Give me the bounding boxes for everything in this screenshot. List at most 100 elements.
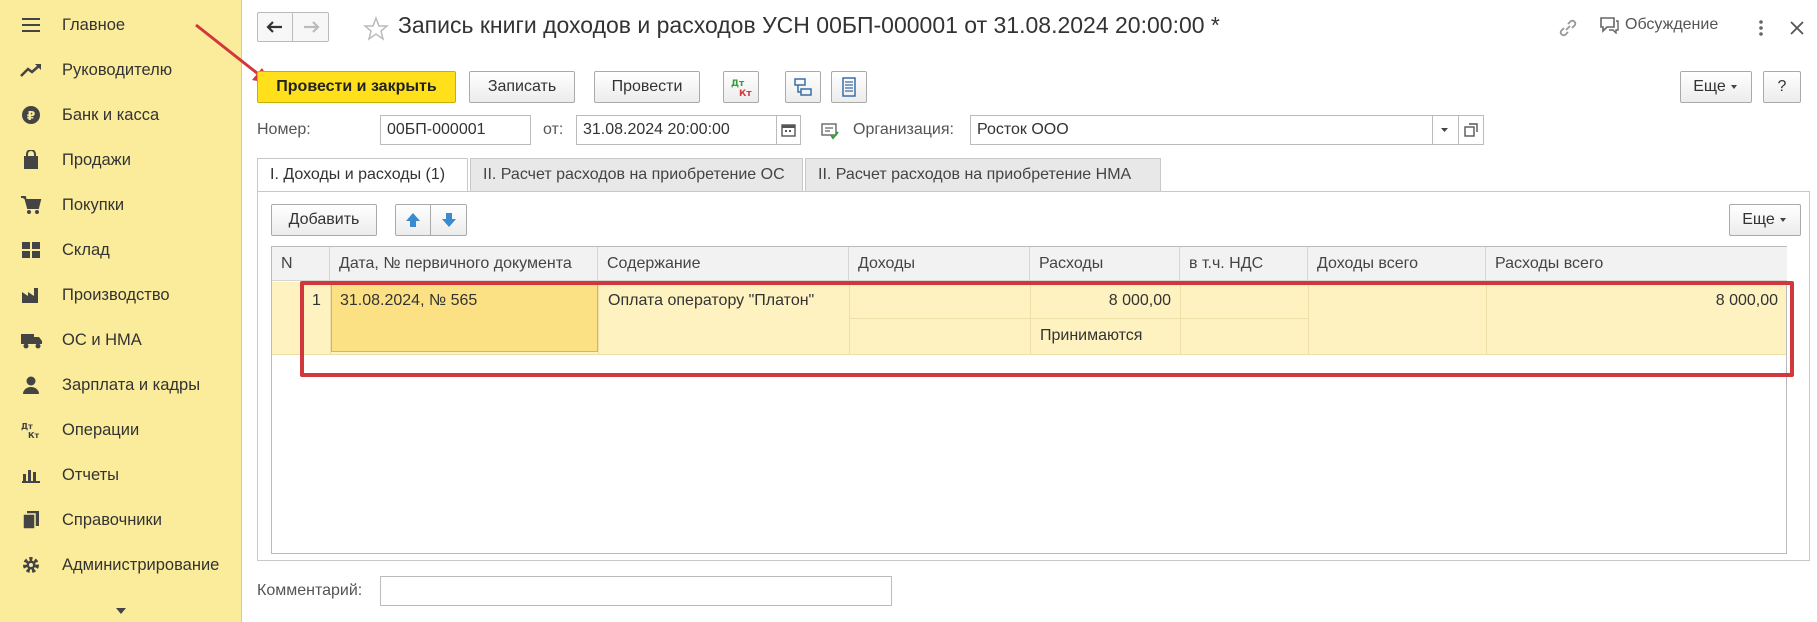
organization-open-button[interactable] — [1458, 115, 1484, 145]
sidebar-item-production[interactable]: Производство — [0, 276, 242, 314]
trend-icon — [20, 60, 42, 80]
dt-kt-icon: ДтКт — [731, 79, 752, 98]
organization-label: Организация: — [853, 121, 954, 138]
sidebar-item-salary[interactable]: Зарплата и кадры — [0, 366, 242, 404]
truck-icon — [20, 330, 42, 350]
factory-icon — [20, 285, 42, 305]
sidebar-item-purchases[interactable]: Покупки — [0, 186, 242, 224]
open-form-icon — [1464, 123, 1478, 137]
move-up-button[interactable] — [395, 204, 431, 236]
cart-icon — [20, 195, 42, 215]
date-field[interactable]: 31.08.2024 20:00:00 — [576, 115, 776, 145]
svg-text:₽: ₽ — [27, 109, 35, 123]
person-icon — [20, 375, 42, 395]
number-field[interactable]: 00БП-000001 — [380, 115, 531, 145]
sidebar-item-label: Зарплата и кадры — [62, 375, 201, 394]
books-icon — [20, 510, 42, 530]
close-icon[interactable] — [1789, 20, 1805, 36]
sidebar-item-label: Склад — [62, 240, 110, 259]
chevron-down-icon — [1779, 218, 1786, 222]
column-header-vat[interactable]: в т.ч. НДС — [1180, 247, 1308, 281]
tab-income-expenses[interactable]: I. Доходы и расходы (1) — [257, 158, 468, 192]
column-header-expenses[interactable]: Расходы — [1030, 247, 1180, 281]
dt-kt-button[interactable]: Дт Кт — [723, 71, 759, 103]
sidebar-item-assets[interactable]: ОС и НМА — [0, 321, 242, 359]
sidebar-item-label: Справочники — [62, 510, 162, 529]
chat-icon — [1600, 17, 1619, 34]
arrow-down-icon — [441, 213, 456, 227]
sidebar-item-label: Продажи — [62, 150, 131, 169]
move-down-button[interactable] — [431, 204, 467, 236]
column-header-expenses-total[interactable]: Расходы всего — [1486, 247, 1787, 281]
svg-text:Кт: Кт — [739, 89, 752, 98]
sidebar-item-admin[interactable]: Администрирование — [0, 546, 242, 584]
dt-kt-icon: ДтКт — [20, 420, 42, 440]
forward-button[interactable] — [293, 12, 329, 42]
chevron-down-icon — [1441, 128, 1448, 132]
sidebar-item-warehouse[interactable]: Склад — [0, 231, 242, 269]
arrow-left-icon — [266, 21, 282, 33]
shopping-bag-icon — [20, 150, 42, 170]
chevron-down-icon — [1730, 85, 1737, 89]
table-more-button[interactable]: Еще — [1729, 204, 1801, 236]
sidebar-item-references[interactable]: Справочники — [0, 501, 242, 539]
save-button[interactable]: Записать — [469, 71, 575, 103]
discussion-button[interactable]: Обсуждение — [1599, 16, 1718, 34]
calendar-button[interactable] — [776, 115, 801, 145]
comment-label: Комментарий: — [257, 582, 363, 599]
sidebar-item-reports[interactable]: Отчеты — [0, 456, 242, 494]
star-icon[interactable] — [363, 16, 389, 42]
sidebar-item-label: Банк и касса — [62, 105, 160, 124]
sidebar-item-operations[interactable]: Дт Кт Операции — [0, 411, 242, 449]
back-button[interactable] — [257, 12, 293, 42]
post-and-close-button[interactable]: Провести и закрыть — [257, 71, 456, 103]
add-button[interactable]: Добавить — [271, 204, 377, 236]
organization-field[interactable]: Росток ООО — [970, 115, 1432, 145]
post-button[interactable]: Провести — [594, 71, 700, 103]
structure-button[interactable] — [785, 71, 821, 103]
column-header-document[interactable]: Дата, № первичного документа — [330, 247, 598, 281]
column-header-n[interactable]: N — [272, 247, 330, 281]
sidebar-item-label: Покупки — [62, 195, 125, 214]
svg-text:Кт: Кт — [28, 431, 40, 440]
page-title: Запись книги доходов и расходов УСН 00БП… — [398, 12, 1220, 38]
svg-text:Дт: Дт — [731, 79, 745, 89]
report-button[interactable] — [831, 71, 867, 103]
more-button[interactable]: Еще — [1680, 71, 1752, 103]
menu-icon — [20, 15, 42, 35]
date-label: от: — [543, 121, 564, 138]
sidebar-item-sales[interactable]: Продажи — [0, 141, 242, 179]
sidebar-item-label: Производство — [62, 285, 170, 304]
calendar-icon — [781, 124, 796, 137]
gear-icon — [20, 555, 42, 575]
column-header-content[interactable]: Содержание — [598, 247, 849, 281]
arrow-right-icon — [303, 21, 320, 33]
tab-intangible-assets[interactable]: II. Расчет расходов на приобретение НМА — [805, 158, 1161, 192]
arrow-up-icon — [406, 213, 420, 227]
sidebar-item-label: Операции — [62, 420, 140, 439]
column-header-income-total[interactable]: Доходы всего — [1308, 247, 1486, 281]
tab-fixed-assets[interactable]: II. Расчет расходов на приобретение ОС — [470, 158, 803, 192]
sidebar: Главное Руководителю ₽ Банк и касса Прод… — [0, 0, 242, 622]
ruble-coin-icon: ₽ — [20, 105, 42, 125]
sidebar-scroll-down[interactable] — [0, 600, 242, 622]
sidebar-item-bank[interactable]: ₽ Банк и касса — [0, 96, 242, 134]
comment-field[interactable] — [380, 576, 892, 606]
link-icon[interactable] — [1557, 17, 1579, 39]
bar-chart-icon — [20, 465, 42, 485]
organization-dropdown-button[interactable] — [1432, 115, 1458, 145]
sidebar-item-label: ОС и НМА — [62, 330, 142, 349]
chevron-down-icon — [116, 608, 126, 614]
discussion-label: Обсуждение — [1625, 16, 1719, 33]
warehouse-icon — [20, 240, 42, 260]
document-check-icon[interactable] — [820, 122, 840, 140]
sidebar-item-label: Администрирование — [62, 555, 220, 574]
hierarchy-icon — [794, 78, 812, 96]
more-vertical-icon[interactable] — [1757, 18, 1765, 38]
svg-text:Дт: Дт — [21, 422, 33, 431]
column-header-income[interactable]: Доходы — [849, 247, 1030, 281]
document-list-icon — [842, 77, 856, 97]
sidebar-item-label: Руководителю — [62, 60, 173, 79]
sidebar-item-label: Отчеты — [62, 465, 120, 484]
help-button[interactable]: ? — [1763, 71, 1801, 103]
